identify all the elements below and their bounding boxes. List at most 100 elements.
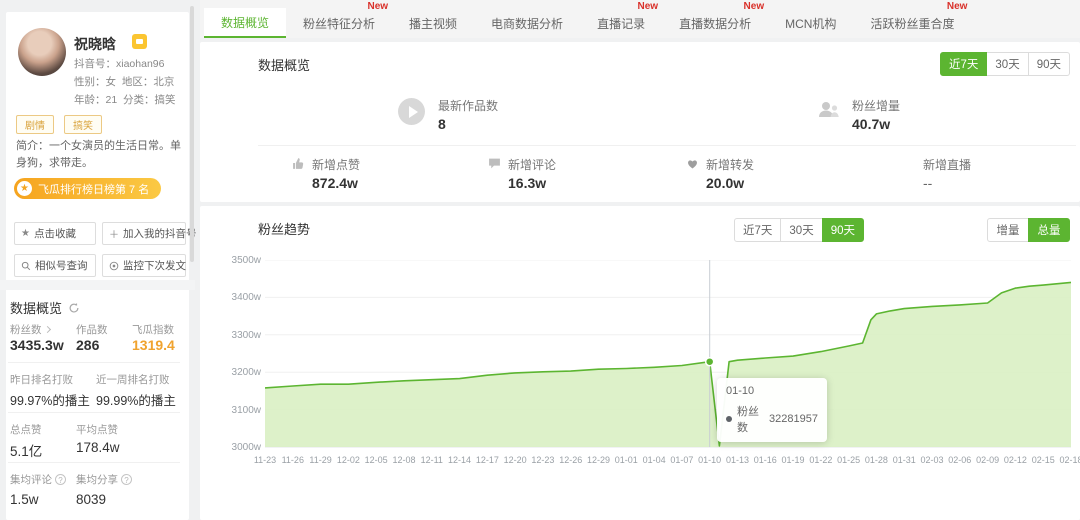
range-30d-button[interactable]: 30天 xyxy=(986,52,1028,76)
new-badge: New xyxy=(947,1,968,12)
overview-title: 数据概览 xyxy=(258,55,310,74)
avatar xyxy=(18,28,66,76)
trend-range-7d-button[interactable]: 近7天 xyxy=(734,218,781,242)
fans-label[interactable]: 粉丝数 xyxy=(10,322,50,337)
overview-card: 数据概览 近7天 30天 90天 最新作品数 8 粉丝增量 40.7w 新增点赞… xyxy=(200,42,1080,202)
avg-shares-label: 集均分享 xyxy=(76,472,132,487)
profile-name: 祝晓晗 xyxy=(74,34,116,54)
monitor-post-button[interactable]: 监控下次发文 xyxy=(102,254,186,277)
divider xyxy=(8,412,180,413)
refresh-icon[interactable] xyxy=(68,302,80,314)
tab-live-analysis[interactable]: New直播数据分析 xyxy=(662,8,768,38)
avg-comments-label: 集均评论 xyxy=(10,472,66,487)
range-7d-button[interactable]: 近7天 xyxy=(940,52,987,76)
fan-trend-card: 粉丝趋势 近7天 30天 90天 增量 总量 01-10 粉丝数 3228195… xyxy=(200,206,1080,520)
new-badge: New xyxy=(744,1,765,12)
works-label: 作品数 xyxy=(76,322,108,337)
new-shares-value: 20.0w xyxy=(706,175,744,191)
new-likes-label: 新增点赞 xyxy=(312,156,360,173)
trend-range-30d-button[interactable]: 30天 xyxy=(780,218,822,242)
avg-likes-value: 178.4w xyxy=(76,440,120,455)
new-lives-label: 新增直播 xyxy=(923,156,971,173)
profile-intro: 简介：一个女演员的生活日常。单身狗，求带走。 xyxy=(16,138,184,172)
divider xyxy=(0,280,195,290)
gender-region: 性别：女 地区：北京 xyxy=(74,74,174,89)
new-shares-label: 新增转发 xyxy=(706,156,754,173)
sidebar-scrollbar[interactable] xyxy=(190,6,194,262)
tab-ecommerce-analysis[interactable]: 电商数据分析 xyxy=(474,8,580,38)
search-icon xyxy=(21,261,31,271)
new-badge: New xyxy=(638,1,659,12)
trend-range-toggle: 近7天 30天 90天 xyxy=(734,218,864,242)
similar-account-button[interactable]: 相似号查询 xyxy=(14,254,96,277)
help-icon[interactable] xyxy=(55,474,66,485)
new-comments-label: 新增评论 xyxy=(508,156,556,173)
new-lives-value: -- xyxy=(923,175,932,191)
latest-works-value: 8 xyxy=(438,116,446,132)
plus-icon: ＋ xyxy=(109,226,119,241)
total-likes-value: 5.1亿 xyxy=(10,440,42,460)
y-axis-tick: 3000w xyxy=(221,442,261,453)
tab-data-overview[interactable]: 数据概览 xyxy=(204,8,286,38)
divider xyxy=(258,145,1076,146)
series-marker-icon xyxy=(726,416,732,422)
y-axis-tick: 3100w xyxy=(221,405,261,416)
profile-tags: 剧情 搞笑 xyxy=(16,115,102,134)
overview-range-toggle: 近7天 30天 90天 xyxy=(940,52,1070,76)
comment-icon xyxy=(488,157,502,171)
y-axis-tick: 3500w xyxy=(221,255,261,266)
new-badge: New xyxy=(367,1,388,12)
rank-badge[interactable]: ★ 飞瓜排行榜日榜第 7 名 xyxy=(14,178,161,199)
play-icon[interactable] xyxy=(398,98,425,125)
avg-comments-value: 1.5w xyxy=(10,492,39,507)
age-category: 年龄：21 分类：搞笑 xyxy=(74,92,176,107)
medal-icon: ★ xyxy=(17,181,32,196)
trend-range-90d-button[interactable]: 90天 xyxy=(822,218,864,242)
fan-growth-label: 粉丝增量 xyxy=(852,97,900,114)
heart-icon xyxy=(686,157,700,171)
week-rank-label: 近一周排名打败 xyxy=(96,372,170,387)
mode-total-button[interactable]: 总量 xyxy=(1028,218,1070,242)
tab-fan-overlap[interactable]: New活跃粉丝重合度 xyxy=(853,8,971,38)
yesterday-rank-value: 99.97%的播主 xyxy=(10,390,90,409)
total-likes-label: 总点赞 xyxy=(10,422,42,437)
monitor-icon xyxy=(109,261,119,271)
fan-trend-title: 粉丝趋势 xyxy=(258,219,310,238)
help-icon[interactable] xyxy=(121,474,132,485)
douyin-id: 抖音号：xiaohan96 xyxy=(74,56,164,71)
divider xyxy=(8,362,180,363)
feigua-index-label: 飞瓜指数 xyxy=(132,322,174,337)
works-value: 286 xyxy=(76,337,99,353)
tag[interactable]: 搞笑 xyxy=(64,115,102,134)
tab-fan-analysis[interactable]: New粉丝特征分析 xyxy=(286,8,392,38)
favorite-button[interactable]: ★点击收藏 xyxy=(14,222,96,245)
x-axis-tick: 02-18 xyxy=(1051,455,1080,465)
tab-videos[interactable]: 播主视频 xyxy=(392,8,474,38)
y-axis-tick: 3400w xyxy=(221,292,261,303)
tag[interactable]: 剧情 xyxy=(16,115,54,134)
tooltip-series: 粉丝数 xyxy=(737,403,769,435)
top-nav: 数据概览 New粉丝特征分析 播主视频 电商数据分析 New直播记录 New直播… xyxy=(200,0,1080,38)
verified-badge-icon xyxy=(132,34,147,49)
like-icon xyxy=(292,157,306,171)
mode-increment-button[interactable]: 增量 xyxy=(987,218,1029,242)
chart-tooltip: 01-10 粉丝数 32281957 xyxy=(717,378,827,442)
tab-live-records[interactable]: New直播记录 xyxy=(580,8,662,38)
add-account-button[interactable]: ＋加入我的抖音号 xyxy=(102,222,186,245)
page: 祝晓晗 抖音号：xiaohan96 性别：女 地区：北京 年龄：21 分类：搞笑… xyxy=(0,0,1080,520)
new-likes-value: 872.4w xyxy=(312,175,358,191)
new-comments-value: 16.3w xyxy=(508,175,546,191)
star-icon: ★ xyxy=(21,228,30,239)
chevron-right-icon xyxy=(43,326,50,333)
avg-likes-label: 平均点赞 xyxy=(76,422,118,437)
tooltip-date: 01-10 xyxy=(726,385,818,397)
sidebar-overview-title: 数据概览 xyxy=(10,298,80,317)
range-90d-button[interactable]: 90天 xyxy=(1028,52,1070,76)
fans-value: 3435.3w xyxy=(10,337,64,353)
fan-trend-chart[interactable]: 01-10 粉丝数 32281957 3000w3100w3200w3300w3… xyxy=(265,260,1071,447)
y-axis-tick: 3300w xyxy=(221,330,261,341)
fan-growth-value: 40.7w xyxy=(852,116,890,132)
tab-mcn[interactable]: MCN机构 xyxy=(768,8,853,38)
area-chart-canvas xyxy=(265,260,1071,448)
latest-works-label: 最新作品数 xyxy=(438,97,498,114)
